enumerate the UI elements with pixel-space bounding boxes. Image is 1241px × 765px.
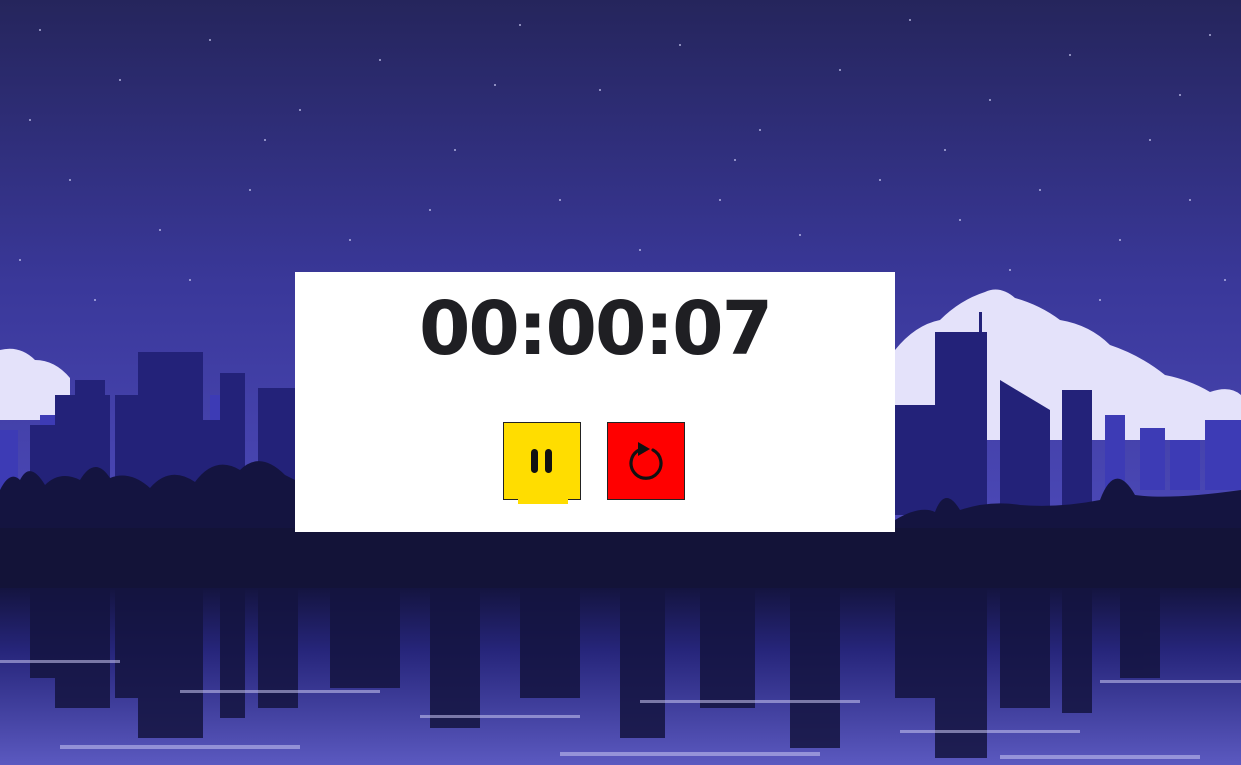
elapsed-time-display: 00:00:07: [418, 286, 773, 372]
pause-button[interactable]: [503, 422, 581, 504]
restart-icon: [629, 442, 663, 480]
pause-icon: [531, 449, 552, 473]
reset-button[interactable]: [607, 422, 685, 500]
stopwatch-panel: 00:00:07: [295, 272, 895, 532]
ground: [0, 528, 1241, 588]
pause-button-highlight: [518, 498, 568, 504]
